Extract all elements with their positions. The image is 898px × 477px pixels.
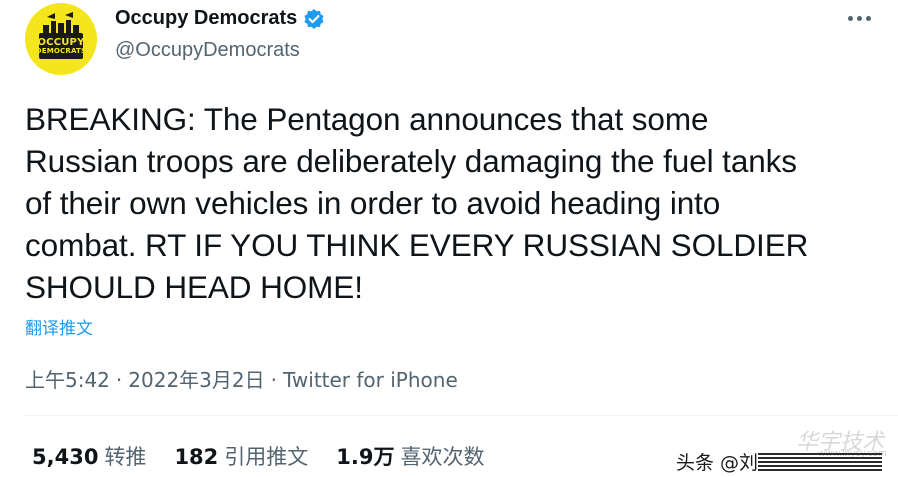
retweets-stat[interactable]: 5,430 转推 (32, 441, 146, 471)
retweets-label: 转推 (104, 445, 147, 469)
likes-label: 喜欢次数 (400, 445, 485, 469)
watermark-redaction-bars (758, 452, 882, 472)
tweet-line: combat. RT IF YOU THINK EVERY RUSSIAN SO… (25, 227, 809, 263)
watermark-text: 头条 @刘 (676, 452, 759, 474)
author-handle[interactable]: @OccupyDemocrats (115, 39, 300, 62)
tweet-line: BREAKING: The Pentagon announces that so… (25, 101, 709, 137)
meta-separator: · (270, 368, 277, 392)
tweet-line: Russian troops are deliberately damaging… (25, 143, 797, 179)
tweet-text: BREAKING: The Pentagon announces that so… (25, 98, 885, 308)
author-display-name[interactable]: Occupy Democrats (115, 7, 297, 30)
translate-tweet-link[interactable]: 翻译推文 (25, 314, 93, 339)
author-name-row: Occupy Democrats (115, 7, 325, 30)
quotes-label: 引用推文 (224, 445, 309, 469)
tweet-line: of their own vehicles in order to avoid … (25, 185, 721, 221)
likes-count: 1.9万 (336, 445, 395, 469)
tweet-stats: 5,430 转推 182 引用推文 1.9万 喜欢次数 (32, 441, 484, 471)
more-options-icon[interactable] (846, 14, 874, 24)
quotes-stat[interactable]: 182 引用推文 (174, 441, 308, 471)
tweet-line: SHOULD HEAD HOME! (25, 269, 363, 305)
retweets-count: 5,430 (32, 445, 99, 469)
quotes-count: 182 (174, 445, 219, 469)
verified-badge-icon (303, 8, 325, 30)
tweet-time[interactable]: 上午5:42 (25, 368, 110, 392)
likes-stat[interactable]: 1.9万 喜欢次数 (336, 441, 484, 471)
divider (25, 415, 898, 416)
avatar-text-line2: DEMOCRATS (35, 47, 87, 55)
tweet-meta: 上午5:42 · 2022年3月2日 · Twitter for iPhone (25, 364, 458, 393)
avatar[interactable]: OCCUPY DEMOCRATS (25, 3, 97, 75)
tweet-source[interactable]: Twitter for iPhone (283, 368, 458, 392)
meta-separator: · (115, 368, 123, 392)
tweet-date[interactable]: 2022年3月2日 (128, 368, 264, 392)
